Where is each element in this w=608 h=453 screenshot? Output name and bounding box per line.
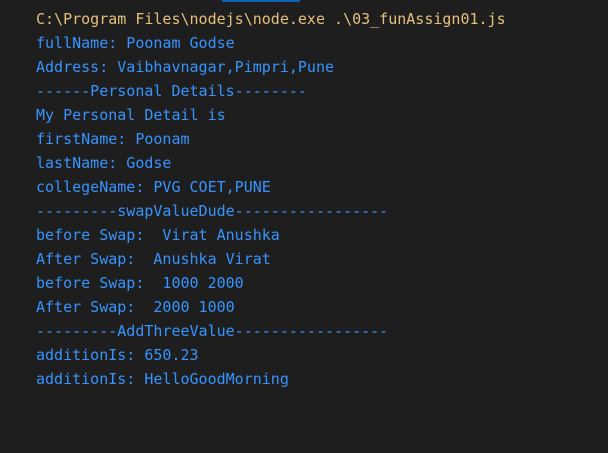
output-line: firstName: Poonam [36, 130, 190, 148]
section-separator: ------Personal Details-------- [36, 82, 307, 100]
output-line: before Swap: 1000 2000 [36, 274, 244, 292]
output-line: additionIs: HelloGoodMorning [36, 370, 289, 388]
output-line: before Swap: Virat Anushka [36, 226, 280, 244]
output-line: fullName: Poonam Godse [36, 34, 235, 52]
output-line: After Swap: 2000 1000 [36, 298, 235, 316]
output-line: collegeName: PVG COET,PUNE [36, 178, 271, 196]
output-line: lastName: Godse [36, 154, 172, 172]
command-line: C:\Program Files\nodejs\node.exe .\03_fu… [36, 10, 506, 28]
output-line: After Swap: Anushka Virat [36, 250, 271, 268]
console-output: C:\Program Files\nodejs\node.exe .\03_fu… [36, 7, 608, 391]
output-line: additionIs: 650.23 [36, 346, 199, 364]
section-separator: ---------AddThreeValue----------------- [36, 322, 389, 340]
output-line: Address: Vaibhavnagar,Pimpri,Pune [36, 58, 335, 76]
output-line: My Personal Detail is [36, 106, 226, 124]
debug-console-panel: C:\Program Files\nodejs\node.exe .\03_fu… [0, 0, 608, 453]
active-tab-indicator [222, 0, 300, 2]
section-separator: ---------swapValueDude----------------- [36, 202, 389, 220]
